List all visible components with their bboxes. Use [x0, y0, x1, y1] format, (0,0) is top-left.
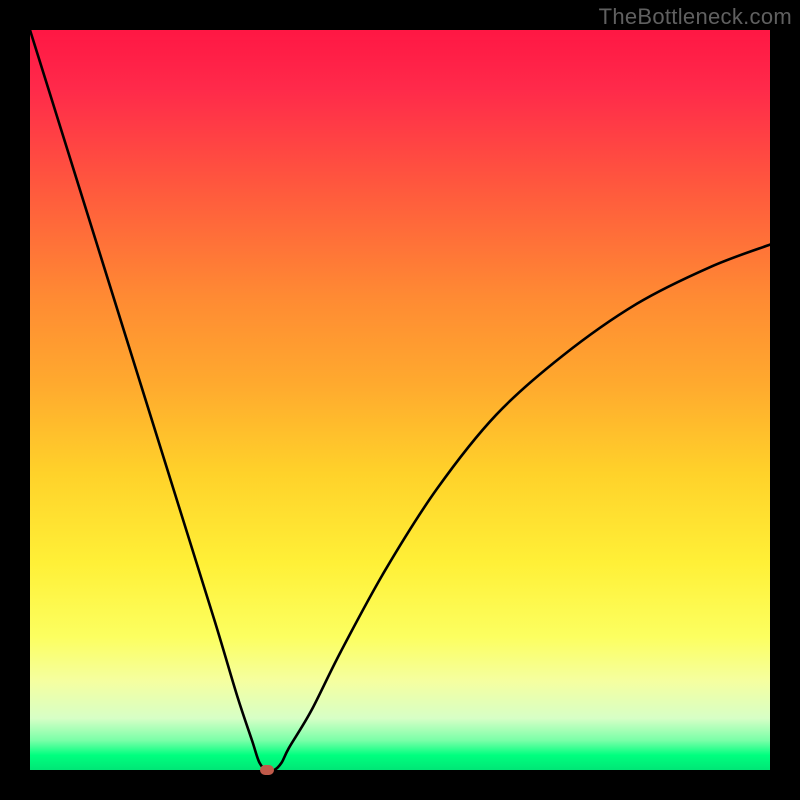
watermark-text: TheBottleneck.com	[599, 4, 792, 30]
curve-svg	[30, 30, 770, 770]
minimum-marker	[260, 765, 274, 775]
plot-area	[30, 30, 770, 770]
chart-root: TheBottleneck.com	[0, 0, 800, 800]
bottleneck-curve	[30, 30, 770, 771]
